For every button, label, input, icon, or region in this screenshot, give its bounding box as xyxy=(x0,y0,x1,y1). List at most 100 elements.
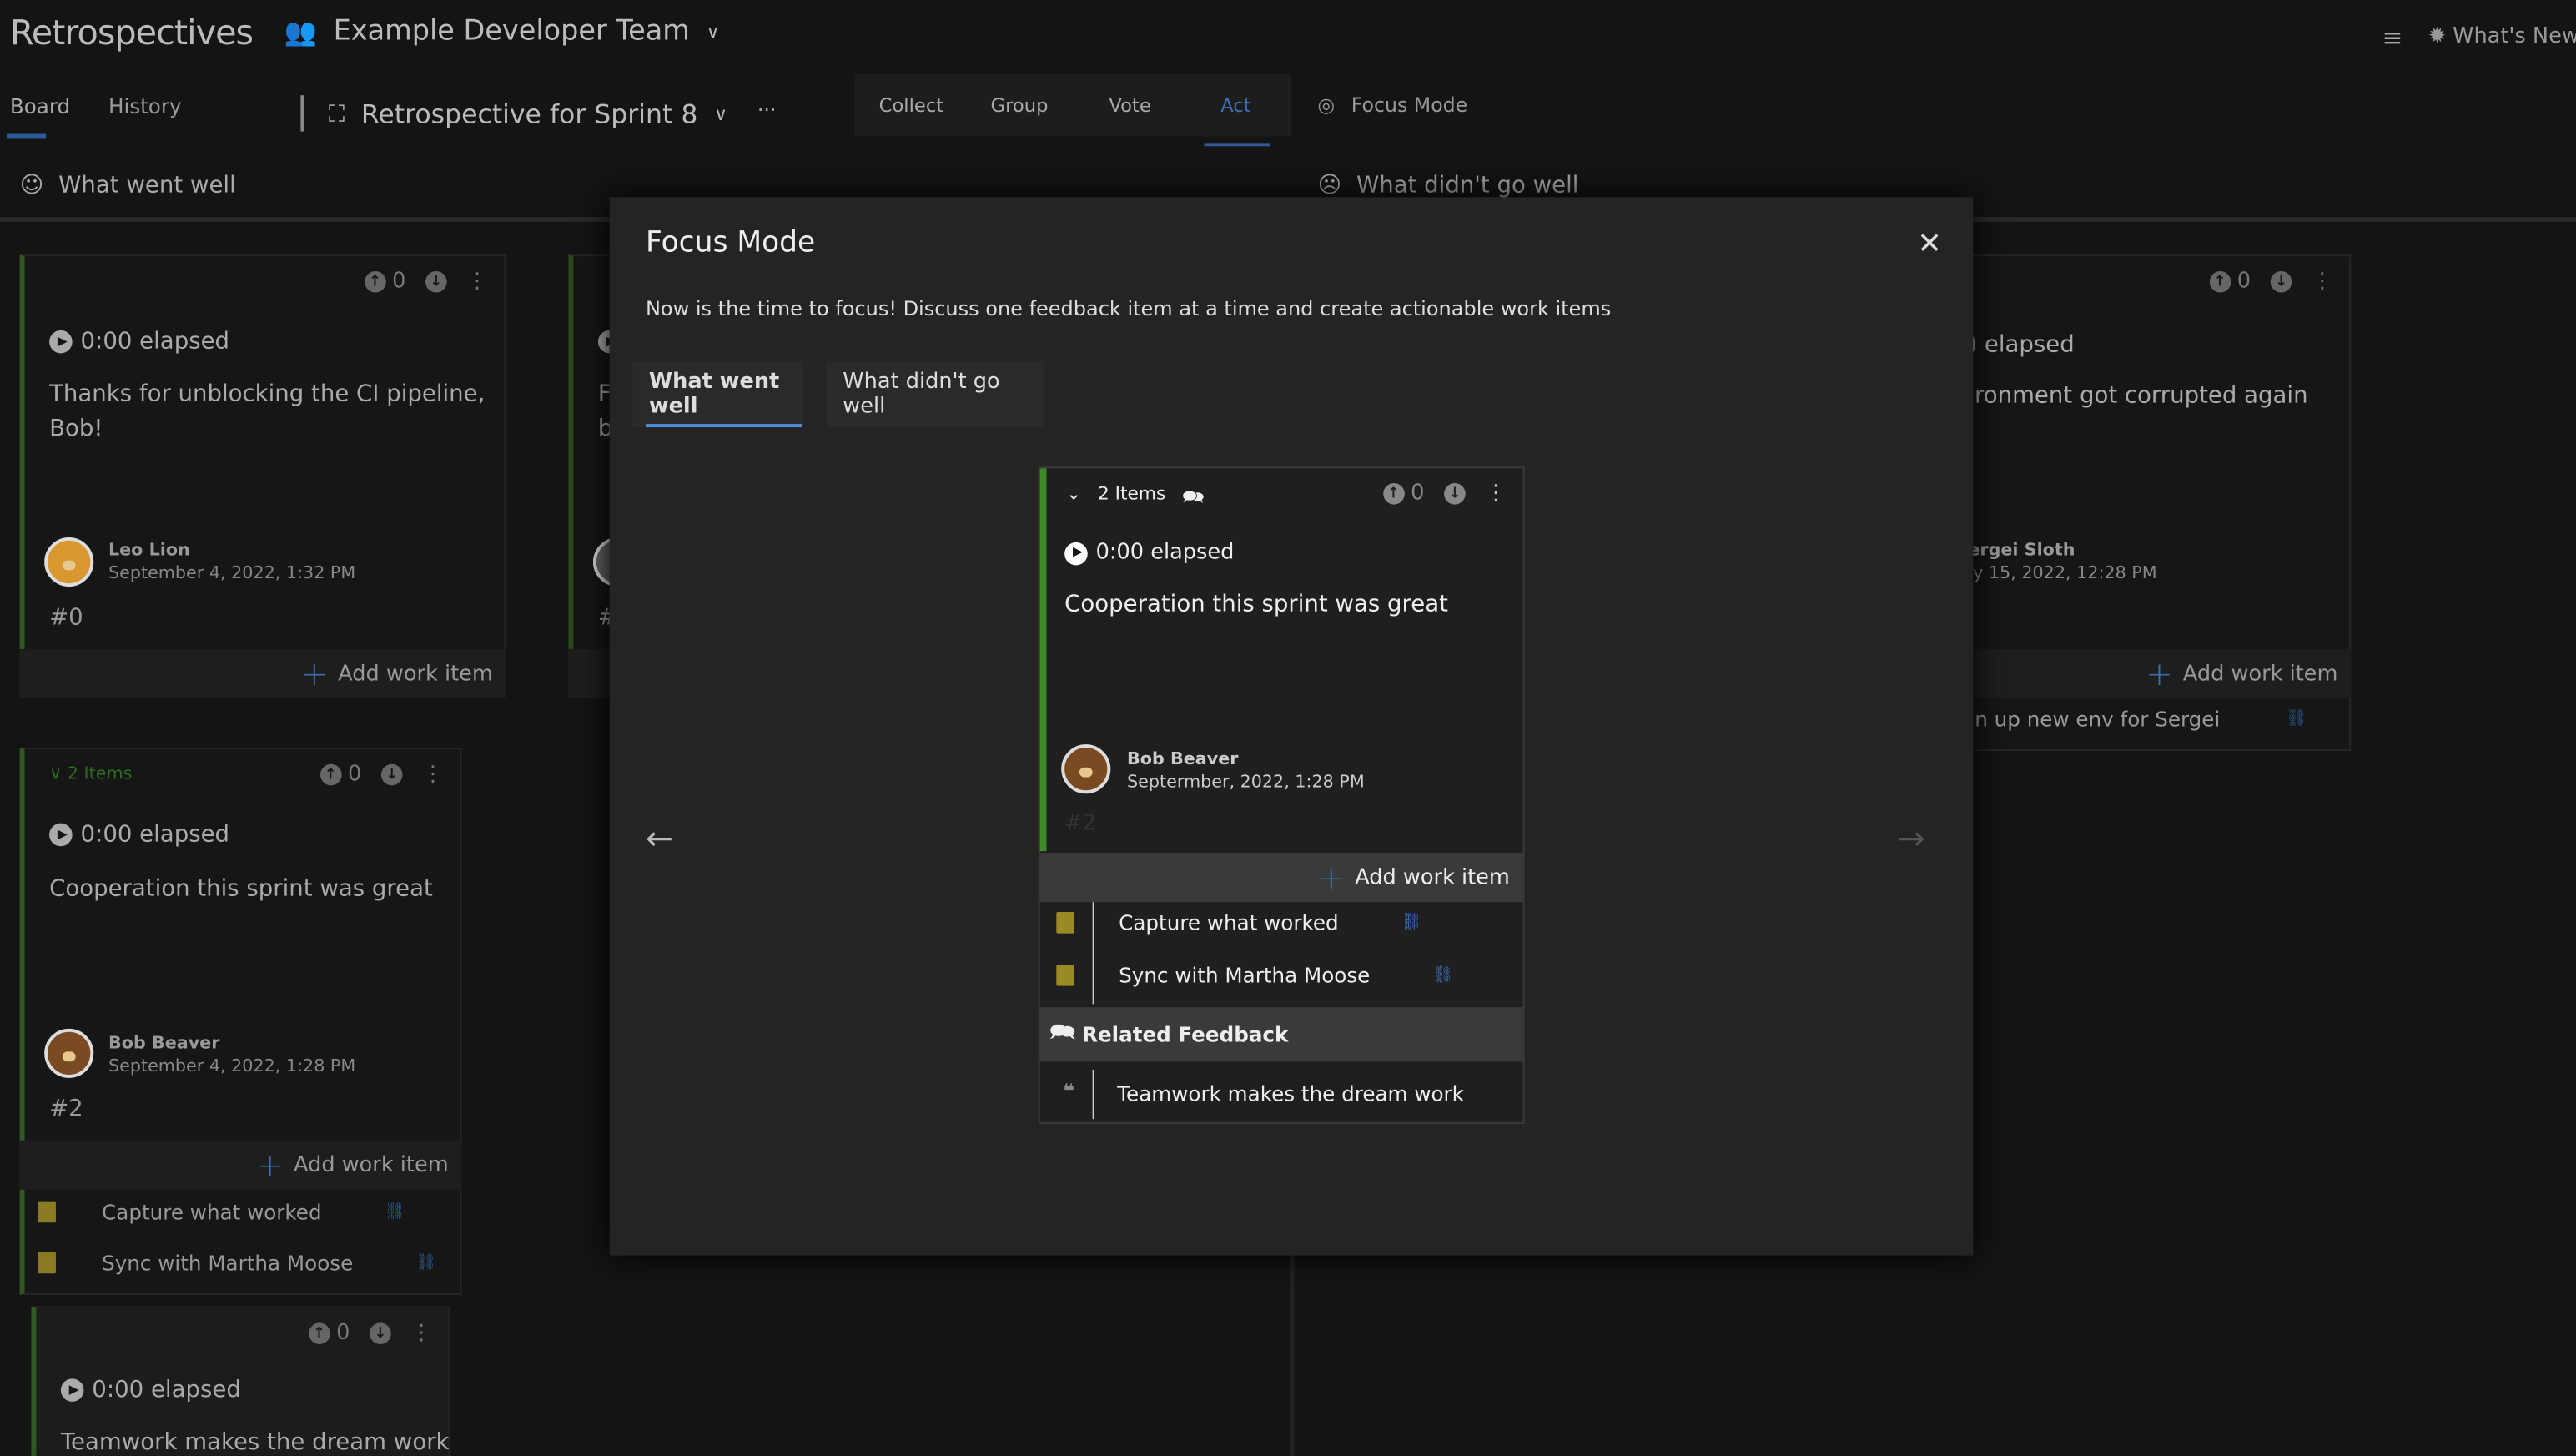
work-item[interactable]: n up new env for Sergei ⛓ xyxy=(1975,707,2307,732)
retro-title: Retrospective for Sprint 8 xyxy=(360,98,698,130)
tab-what-didnt-go-well[interactable]: What didn't go well xyxy=(826,361,1044,428)
whats-new-button[interactable]: ✹ What's New xyxy=(2428,25,2576,50)
upvote-icon[interactable]: ↑ xyxy=(1382,483,1405,505)
vote-count: 0 xyxy=(1411,481,1425,506)
menu-icon[interactable]: ≡ xyxy=(2382,23,2403,53)
plus-icon: + xyxy=(300,653,329,694)
dialog-title: Focus Mode xyxy=(645,226,816,260)
focus-card[interactable]: ⌄ 2 Items 🗪 ↑ 0 ↓ ⋮ 0:00 elapsed Cooperation … xyxy=(1038,466,1525,1125)
work-item[interactable]: Capture what worked ⛓ xyxy=(38,1200,448,1224)
tab-board[interactable]: Board xyxy=(10,93,70,118)
work-item[interactable]: Sync with Martha Moose ⛓ xyxy=(1056,963,1453,988)
phase-act[interactable]: Act xyxy=(1220,93,1250,117)
whats-new-label: What's New xyxy=(2453,24,2576,50)
quote-icon: ❝ xyxy=(1063,1079,1075,1103)
target-icon: ◎ xyxy=(1317,93,1336,117)
feedback-card[interactable]: ↑ 0 ↓ ⋮ ) elapsed ironment got corrupted ag… xyxy=(1963,254,2352,752)
feedback-card[interactable]: ↑ 0 ↓ ⋮ 0:00 elapsed Thanks for unblocking … xyxy=(19,254,506,698)
timer[interactable]: 0:00 elapsed xyxy=(60,1377,241,1403)
elapsed-text: 0:00 elapsed xyxy=(92,1377,241,1403)
phase-collect[interactable]: Collect xyxy=(879,93,944,117)
elapsed-text: 0:00 elapsed xyxy=(80,328,230,355)
previous-arrow-icon[interactable]: ← xyxy=(646,819,673,858)
more-icon[interactable]: ⋮ xyxy=(466,270,488,295)
column-header-went-well: ☺ What went well xyxy=(20,173,236,199)
timer[interactable]: 0:00 elapsed xyxy=(1064,541,1234,565)
retro-selector[interactable]: ⛶ Retrospective for Sprint 8 ∨ xyxy=(329,98,727,129)
phase-group[interactable]: Group xyxy=(991,93,1049,117)
add-work-item-button[interactable]: + Add work item xyxy=(19,1140,462,1190)
chevron-down-icon: ∨ xyxy=(714,103,727,125)
more-icon[interactable]: ⋮ xyxy=(2312,270,2333,295)
work-item[interactable]: Capture what worked ⛓ xyxy=(1056,910,1422,935)
work-item[interactable]: Sync with Martha Moose ⛓ xyxy=(38,1251,448,1275)
card-text: Teamwork makes the dream work xyxy=(60,1429,450,1456)
author-name: Bob Beaver xyxy=(108,1033,220,1054)
focus-mode-button[interactable]: ◎ Focus Mode xyxy=(1317,93,1467,117)
downvote-icon[interactable]: ↓ xyxy=(380,763,403,786)
tab-history[interactable]: History xyxy=(108,93,182,118)
dialog-description: Now is the time to focus! Discuss one fe… xyxy=(645,297,1612,321)
more-icon[interactable]: ⋮ xyxy=(1485,481,1507,506)
badge-icon: ✹ xyxy=(2428,24,2447,50)
phase-vote[interactable]: Vote xyxy=(1109,93,1150,117)
plus-icon: + xyxy=(1317,858,1346,898)
add-work-item-button[interactable]: + Add work item xyxy=(1039,853,1523,903)
add-label: Add work item xyxy=(293,1152,449,1178)
play-icon[interactable] xyxy=(1064,541,1088,565)
downvote-icon[interactable]: ↓ xyxy=(370,1322,391,1344)
team-selector[interactable]: 👥 Example Developer Team ∨ xyxy=(284,15,720,48)
card-text: ironment got corrupted again xyxy=(1968,382,2308,410)
card-text: Cooperation this sprint was great xyxy=(1064,591,1448,618)
next-arrow-icon[interactable]: → xyxy=(1898,819,1925,858)
group-toggle[interactable]: ∨ 2 Items xyxy=(49,764,132,784)
downvote-icon[interactable]: ↓ xyxy=(2270,270,2292,293)
related-feedback-item[interactable]: Teamwork makes the dream work xyxy=(1117,1081,1464,1106)
downvote-icon[interactable]: ↓ xyxy=(425,270,447,293)
unlink-icon[interactable]: ⛓ xyxy=(384,1203,405,1222)
avatar xyxy=(44,1028,94,1078)
author-name: Leo Lion xyxy=(108,540,190,561)
close-icon[interactable]: ✕ xyxy=(1917,227,1942,261)
author-name: ergei Sloth xyxy=(1968,540,2075,561)
group-toggle[interactable]: ⌄ 2 Items 🗪 xyxy=(1066,483,1205,514)
add-label: Add work item xyxy=(338,661,493,687)
unlink-icon[interactable]: ⛓ xyxy=(1432,966,1453,985)
column-title: What didn't go well xyxy=(1356,172,1579,199)
smile-icon: ☺ xyxy=(19,172,44,199)
add-work-item-button[interactable]: + Add work item xyxy=(19,648,506,698)
vote-count: 0 xyxy=(347,762,362,788)
unlink-icon[interactable]: ⛓ xyxy=(415,1254,436,1272)
play-icon[interactable] xyxy=(49,823,73,847)
timer[interactable]: 0:00 elapsed xyxy=(49,329,229,355)
chevron-down-icon: ∨ xyxy=(706,20,720,43)
card-number: #0 xyxy=(49,604,83,632)
timer[interactable]: 0:00 elapsed xyxy=(49,822,229,848)
downvote-icon[interactable]: ↓ xyxy=(1444,483,1466,505)
more-icon[interactable]: ⋮ xyxy=(410,1321,432,1346)
add-work-item-button[interactable]: + Add work item xyxy=(1965,648,2352,698)
author-date: Septermber, 2022, 1:28 PM xyxy=(1127,772,1365,793)
category-stripe xyxy=(1039,468,1047,852)
feedback-card-group[interactable]: ∨ 2 Items ↑ 0 ↓ ⋮ 0:00 elapsed Cooperation … xyxy=(19,748,462,1295)
active-tab-indicator xyxy=(6,133,47,139)
divider xyxy=(300,95,304,132)
author-date: September 4, 2022, 1:28 PM xyxy=(108,1056,356,1076)
more-icon[interactable]: ⋮ xyxy=(422,763,444,788)
comments-icon: 🗪 xyxy=(1049,1019,1076,1044)
upvote-icon[interactable]: ↑ xyxy=(2209,270,2231,293)
focus-mode-dialog: Focus Mode ✕ Now is the time to focus! D… xyxy=(609,197,1974,1256)
upvote-icon[interactable]: ↑ xyxy=(364,270,386,293)
play-icon[interactable] xyxy=(60,1378,84,1402)
play-icon[interactable] xyxy=(49,330,73,354)
tab-what-went-well[interactable]: What went well xyxy=(632,361,804,428)
feedback-card[interactable]: ↑ 0 ↓ ⋮ 0:00 elapsed Teamwork makes the dre… xyxy=(31,1306,450,1456)
comments-icon: 🗪 xyxy=(1181,486,1205,508)
upvote-icon[interactable]: ↑ xyxy=(308,1322,330,1344)
frown-icon: ☹ xyxy=(1317,172,1342,199)
unlink-icon[interactable]: ⛓ xyxy=(2286,710,2307,728)
avatar xyxy=(1061,744,1111,794)
unlink-icon[interactable]: ⛓ xyxy=(1401,914,1421,932)
more-options-button[interactable]: ··· xyxy=(757,98,777,122)
upvote-icon[interactable]: ↑ xyxy=(319,763,342,786)
